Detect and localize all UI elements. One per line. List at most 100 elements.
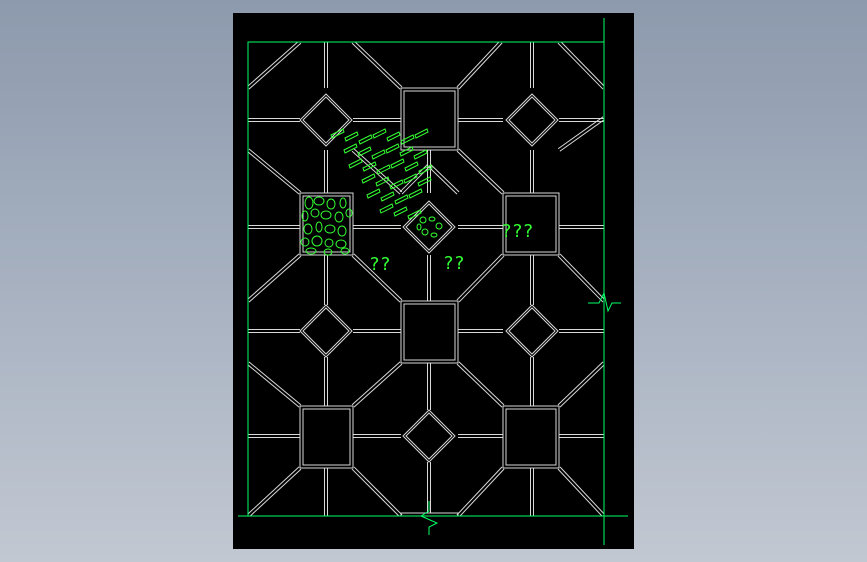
- square-tile-inner: [505, 408, 557, 466]
- tile-edge: [351, 42, 401, 90]
- tile-edge: [248, 42, 299, 87]
- tile-edge: [456, 150, 503, 195]
- diamond-tile: [508, 307, 556, 355]
- square-tile: [400, 300, 459, 364]
- tile-edge: [248, 151, 300, 195]
- square-tile-inner: [302, 195, 351, 253]
- tile-edge: [458, 255, 505, 303]
- right-label: ??: [443, 253, 465, 274]
- diamond-tile: [299, 304, 353, 358]
- tile-edge: [354, 42, 403, 88]
- tile-edge: [557, 468, 603, 516]
- slab-mark: [393, 206, 408, 217]
- gravel-label: ???: [501, 221, 534, 242]
- tile-edge: [559, 466, 604, 515]
- tile-edge: [557, 42, 604, 90]
- pebble-mark: [300, 237, 310, 247]
- pebble-mark: [326, 198, 336, 210]
- diamond-tile: [405, 203, 453, 251]
- slab-mark: [390, 158, 405, 169]
- pebble-mark: [345, 208, 353, 218]
- break-mark-bottom: [419, 501, 439, 535]
- square-tile-inner: [403, 90, 456, 148]
- slab-mark: [385, 143, 400, 154]
- pebble-mark: [339, 197, 347, 209]
- gravel-mark: [416, 223, 422, 231]
- gravel-mark: [430, 232, 438, 238]
- slab-mark: [414, 128, 429, 139]
- slab-mark: [379, 203, 394, 214]
- slab-mark: [372, 128, 387, 139]
- square-tile-inner: [403, 303, 456, 361]
- tile-edge: [248, 148, 302, 193]
- slab-mark: [361, 173, 376, 184]
- diamond-tile: [505, 93, 559, 147]
- frame-lines: [238, 18, 628, 545]
- pebble-mark: [313, 196, 325, 206]
- slab-mark: [394, 194, 409, 205]
- tile-edge: [456, 466, 503, 516]
- tile-edge: [248, 255, 302, 303]
- diamond-tile: [405, 412, 453, 460]
- tile-edge: [248, 42, 302, 90]
- tile-edge: [459, 468, 505, 516]
- tile-edge: [248, 466, 300, 515]
- slab-mark: [380, 191, 395, 202]
- pebble-mark: [335, 239, 347, 249]
- diamond-tile: [302, 307, 350, 355]
- pebble-mark: [320, 210, 332, 220]
- slab-mark: [417, 176, 432, 187]
- slab-mark: [399, 146, 414, 157]
- tile-edge: [427, 165, 458, 195]
- tile-edge: [559, 364, 604, 408]
- tile-edge: [456, 42, 500, 88]
- slab-mark: [376, 164, 391, 175]
- slab-mark: [408, 188, 423, 199]
- pebble-mark: [340, 247, 350, 255]
- slab-mark: [389, 179, 404, 190]
- tile-pattern-drawing: ??? ?? ??: [238, 18, 628, 545]
- diamond-tile: [402, 409, 456, 463]
- diamond-tile: [299, 93, 353, 147]
- tile-edge: [353, 466, 403, 516]
- slab-mark: [366, 188, 381, 199]
- tile-edge: [351, 361, 401, 406]
- pebble-mark: [324, 238, 334, 248]
- square-tile-inner: [302, 408, 351, 466]
- pebble-mark: [334, 211, 344, 223]
- slab-mark: [400, 134, 415, 145]
- pebble-mark: [310, 208, 320, 218]
- stone-hatch: [300, 128, 443, 256]
- tile-edge: [248, 253, 300, 300]
- pebble-mark: [305, 247, 317, 255]
- gravel-mark: [421, 228, 429, 236]
- tile-edge: [557, 255, 604, 303]
- pebble-mark: [315, 221, 323, 233]
- pebble-mark: [311, 235, 323, 247]
- slab-mark: [404, 161, 419, 172]
- tile-edge: [458, 42, 503, 90]
- tile-edge: [458, 148, 505, 193]
- pebble-mark: [303, 223, 313, 235]
- slab-mark: [371, 149, 386, 160]
- tile-edge: [248, 361, 302, 406]
- square-tile: [502, 405, 560, 469]
- diamond-tile: [508, 96, 556, 144]
- tile-edge: [560, 42, 604, 87]
- pebble-mark: [337, 225, 347, 237]
- left-label: ??: [369, 254, 391, 275]
- slab-mark: [358, 134, 373, 145]
- square-tile: [299, 405, 354, 469]
- slab-mark: [343, 143, 358, 154]
- tile-edge: [456, 363, 503, 408]
- tile-edge: [248, 364, 300, 408]
- slab-mark: [348, 158, 363, 169]
- cad-viewport[interactable]: ??? ?? ??: [233, 13, 634, 549]
- pebble-mark: [324, 224, 336, 234]
- slab-mark: [344, 131, 359, 142]
- diamond-tile: [505, 304, 559, 358]
- tile-edge: [559, 253, 604, 300]
- slab-mark: [413, 149, 428, 160]
- diamond-tile: [302, 96, 350, 144]
- tile-edge: [429, 163, 460, 193]
